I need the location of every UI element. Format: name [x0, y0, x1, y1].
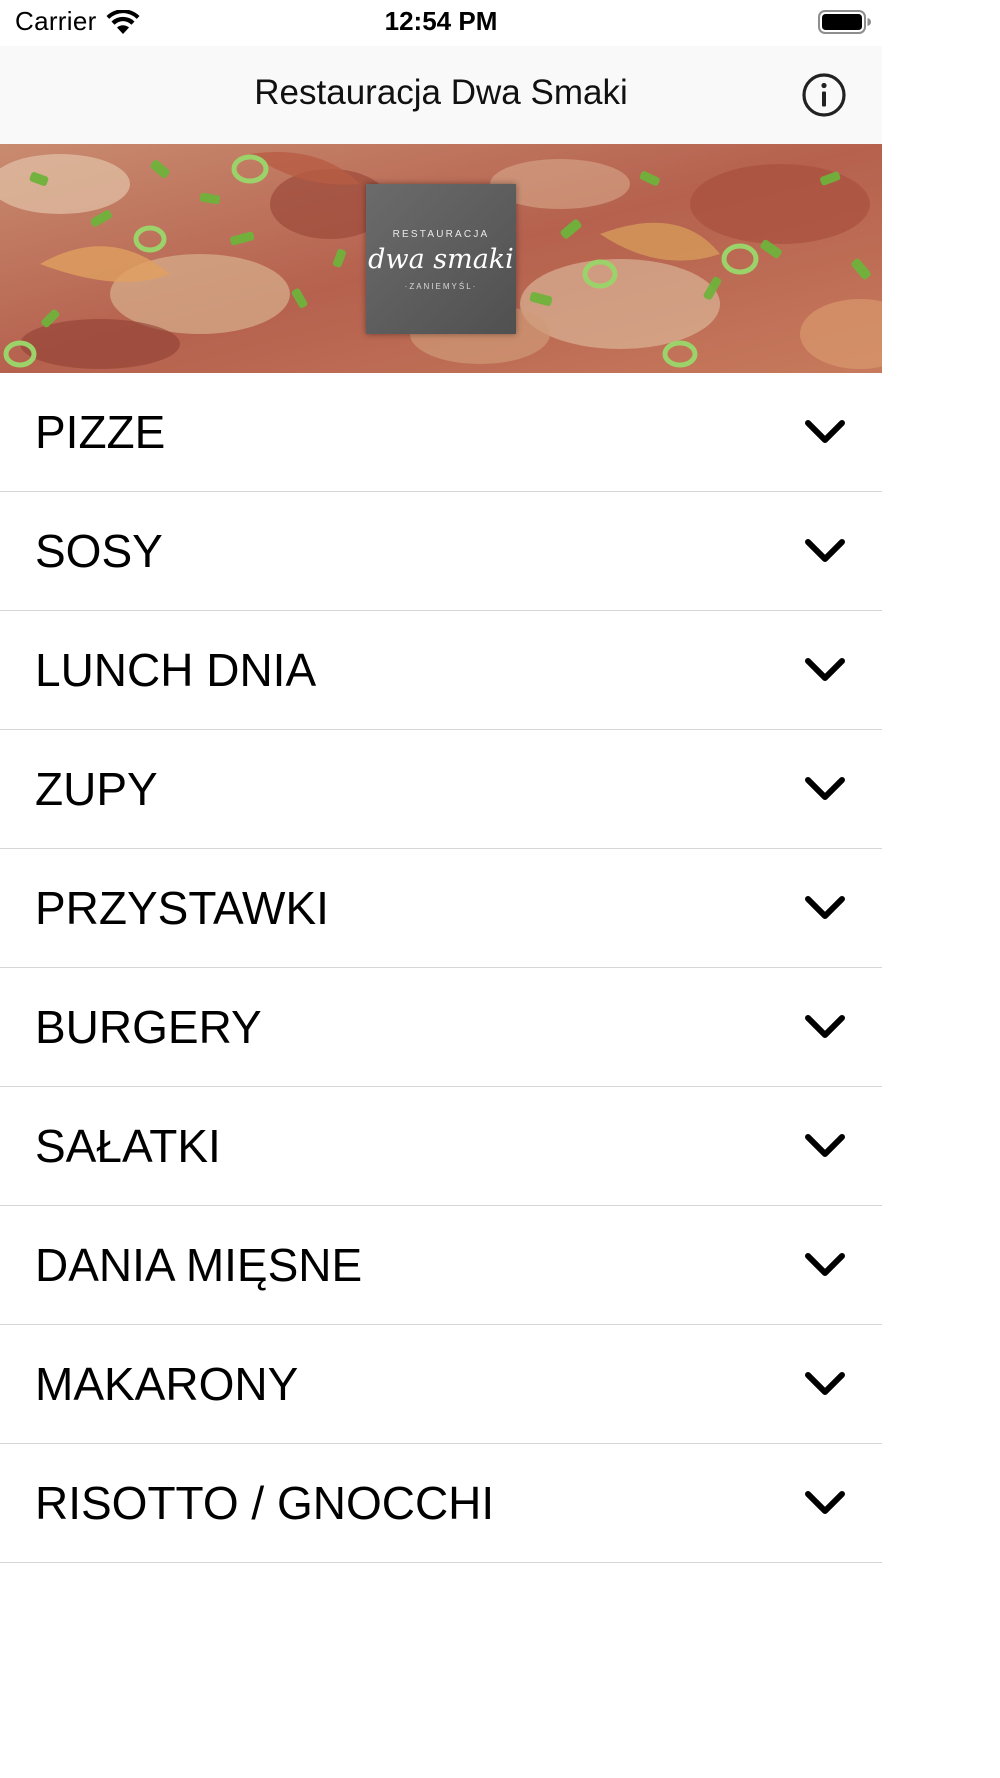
chevron-down-icon: [805, 1134, 845, 1157]
clock-label: 12:54 PM: [384, 6, 498, 36]
menu-category-salatki[interactable]: SAŁATKI: [0, 1087, 882, 1206]
chevron-down-icon: [805, 1015, 845, 1038]
menu-category-dania-miesne[interactable]: DANIA MIĘSNE: [0, 1206, 882, 1325]
header-banner-image: RESTAURACJA dwa smaki ·ZANIEMYŚL·: [0, 144, 882, 373]
menu-category-makarony[interactable]: MAKARONY: [0, 1325, 882, 1444]
menu-category-risotto-gnocchi[interactable]: RISOTTO / GNOCCHI: [0, 1444, 882, 1563]
menu-category-lunch-dnia[interactable]: LUNCH DNIA: [0, 611, 882, 730]
battery-icon: [818, 10, 872, 39]
restaurant-logo: RESTAURACJA dwa smaki ·ZANIEMYŚL·: [366, 184, 516, 334]
menu-category-burgery[interactable]: BURGERY: [0, 968, 882, 1087]
menu-category-label: ZUPY: [35, 763, 158, 815]
chevron-down-icon: [805, 420, 845, 443]
chevron-down-icon: [805, 1372, 845, 1395]
status-bar: Carrier 12:54 PM: [0, 0, 882, 46]
menu-category-label: RISOTTO / GNOCCHI: [35, 1477, 495, 1529]
chevron-down-icon: [805, 777, 845, 800]
menu-category-sosy[interactable]: SOSY: [0, 492, 882, 611]
menu-category-label: SOSY: [35, 525, 163, 577]
menu-category-list: PIZZE SOSY LUNCH DNIA ZUPY PRZYSTAWKI BU…: [0, 373, 882, 1563]
menu-category-label: SAŁATKI: [35, 1120, 221, 1172]
menu-category-label: PIZZE: [35, 406, 166, 458]
menu-category-label: LUNCH DNIA: [35, 644, 317, 696]
logo-top-text: RESTAURACJA: [392, 229, 490, 240]
menu-category-label: DANIA MIĘSNE: [35, 1239, 363, 1291]
menu-category-pizze[interactable]: PIZZE: [0, 373, 882, 492]
navigation-bar: Restauracja Dwa Smaki: [0, 46, 882, 144]
app-screen: Carrier 12:54 PM Restauracja Dwa Smaki R…: [0, 0, 882, 1778]
menu-category-label: BURGERY: [35, 1001, 262, 1053]
chevron-down-icon: [805, 539, 845, 562]
menu-category-przystawki[interactable]: PRZYSTAWKI: [0, 849, 882, 968]
chevron-down-icon: [805, 896, 845, 919]
info-button[interactable]: [801, 72, 847, 118]
chevron-down-icon: [805, 658, 845, 681]
logo-main-text: dwa smaki: [368, 244, 514, 275]
logo-bottom-text: ·ZANIEMYŚL·: [404, 282, 478, 291]
menu-category-label: PRZYSTAWKI: [35, 882, 329, 934]
info-circle-icon: [802, 73, 846, 117]
chevron-down-icon: [805, 1491, 845, 1514]
menu-category-zupy[interactable]: ZUPY: [0, 730, 882, 849]
page-title: Restauracja Dwa Smaki: [254, 73, 628, 112]
chevron-down-icon: [805, 1253, 845, 1276]
menu-category-label: MAKARONY: [35, 1358, 299, 1410]
